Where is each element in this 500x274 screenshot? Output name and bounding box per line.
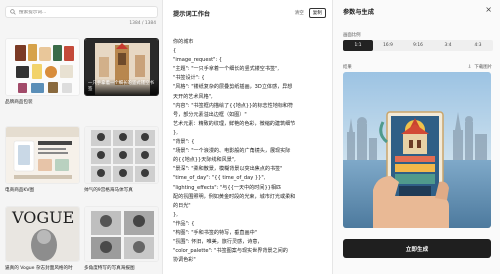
card-thumbnail-vogue: VOGUE <box>5 206 80 262</box>
card-thumbnail-multi-angle <box>84 206 159 262</box>
download-icon: ⇩ <box>467 65 472 70</box>
result-label: 结果 <box>343 65 352 70</box>
prompt-line: "内容": "书签框内描绘了{{地点}}的标志性地标和符 <box>173 102 294 109</box>
card-thumbnail-portraits <box>84 126 159 184</box>
ratio-option-16-9[interactable]: 16:9 <box>373 40 403 51</box>
prompt-line: "背景": { <box>173 139 195 146</box>
prompt-line: { <box>173 48 177 55</box>
panel-title: 参数与生成 <box>343 9 374 16</box>
prompt-line: "time_of_day": "{{ time_of_day }}", <box>173 175 266 182</box>
card-overlay-title: 一只手拿着一个细长的竖式镂空书签 <box>88 81 154 92</box>
search-icon <box>10 9 16 15</box>
prompt-gallery: 1384 / 1384 品牌商品包装 <box>0 0 163 274</box>
prompt-line: 天开的艺术风格", <box>173 93 213 100</box>
copy-button[interactable]: 复制 <box>308 8 326 18</box>
aspect-ratio-selector: 1:1 16:9 9:16 3:4 4:3 <box>343 40 493 51</box>
gallery-card[interactable]: 电商商品KV图 <box>5 126 80 193</box>
prompt-line: 你的城市 <box>173 39 194 45</box>
download-button[interactable]: ⇩ 下载图片 <box>468 64 492 70</box>
prompt-line: 号，部分元素溢出边框（如图）" <box>173 111 247 118</box>
generate-button[interactable]: 立即生成 <box>343 239 491 258</box>
prompt-line: "color_palette": "书签图案与现实世界背景之间的 <box>173 248 288 255</box>
search-input[interactable] <box>19 9 149 15</box>
workspace-header: 提示词工作台 清空 复制 <box>173 7 326 19</box>
prompt-workspace: 提示词工作台 清空 复制 你的城市 { "image_request": { "主题"… <box>163 0 333 274</box>
card-caption: 帅气的9宫格海马体写真 <box>84 188 133 193</box>
ratio-option-1-1[interactable]: 1:1 <box>343 40 373 51</box>
card-caption: 电商商品KV图 <box>5 188 35 193</box>
prompt-line: }, <box>173 211 178 218</box>
gallery-card-selected[interactable]: 一只手拿着一个细长的竖式镂空书签 <box>84 38 159 96</box>
gallery-card[interactable]: 品牌商品包装 <box>5 38 80 105</box>
card-thumbnail-bookmark: 一只手拿着一个细长的竖式镂空书签 <box>84 38 159 96</box>
card-caption: 品牌商品包装 <box>5 100 33 105</box>
parameters-panel: 参数与生成 × 画面比例 1:1 16:9 9:16 3:4 4:3 结果 ⇩ 下… <box>333 0 500 274</box>
workspace-title: 提示词工作台 <box>173 10 211 18</box>
ratio-option-4-3[interactable]: 4:3 <box>463 40 493 51</box>
card-caption: 逼真的 Vogue 杂志封面风格的时 <box>5 266 73 271</box>
prompt-line: "构图": "手和书签的特写，垂直画中" <box>173 229 258 236</box>
clear-button[interactable]: 清空 <box>295 10 304 16</box>
aspect-ratio-label: 画面比例 <box>343 33 361 38</box>
ratio-option-3-4[interactable]: 3:4 <box>433 40 463 51</box>
prompt-line: "image_request": { <box>173 57 223 64</box>
card-thumbnail-kv <box>5 126 80 184</box>
prompt-line: 艺术元素：精致的纹理，鲜艳的色彩，微缩的建筑细节 <box>173 120 296 127</box>
prompt-line: "景深": "柔和散景，模糊背景以突出焦点的书签" <box>173 166 283 173</box>
svg-text:VOGUE: VOGUE <box>11 208 74 227</box>
search-box[interactable] <box>5 6 158 18</box>
prompt-line: 的{{地点}}天际线和风景", <box>173 157 236 164</box>
prompt-line: 配的氛围照明，例如黄金时段的光束，城市灯光或柔和 <box>173 193 296 200</box>
prompt-editor[interactable]: 你的城市 { "image_request": { "主题": "一只手拿着一个细长的… <box>173 38 328 268</box>
prompt-line: }, <box>173 129 178 136</box>
prompt-line: 的日光" <box>173 202 191 209</box>
result-image <box>343 72 491 228</box>
card-caption: 多角度特写的写真海报图 <box>84 266 135 271</box>
prompt-line: "lighting_effects": "与{{一天中的时间}}相匹 <box>173 184 282 191</box>
prompt-line: "氛围": 怀旧，唯美，旅行灵感，诗意， <box>173 239 263 246</box>
prompt-line: "场景": "一个浪漫的、电影般的广角镜头，展现实际 <box>173 148 291 155</box>
prompt-line: 协调色彩" <box>173 257 196 264</box>
gallery-card[interactable]: 多角度特写的写真海报图 <box>84 206 159 271</box>
ratio-option-9-16[interactable]: 9:16 <box>403 40 433 51</box>
prompt-line: "书签设计": { <box>173 75 205 82</box>
prompt-line: "主题": "一只手拿着一个细长的竖式镂空书签", <box>173 66 280 73</box>
gallery-card[interactable]: 帅气的9宫格海马体写真 <box>84 126 159 193</box>
result-count: 1384 / 1384 <box>129 21 156 26</box>
close-icon[interactable]: × <box>485 5 492 14</box>
prompt-line: "作品": { <box>173 220 195 227</box>
gallery-card[interactable]: VOGUE 逼真的 Vogue 杂志封面风格的时 <box>5 206 80 271</box>
card-thumbnail-packaging <box>5 38 80 96</box>
download-label: 下载图片 <box>474 65 492 70</box>
prompt-line: "风格": "镂纸复杂的层叠剪纸插画，3D立体感，异想 <box>173 84 293 91</box>
